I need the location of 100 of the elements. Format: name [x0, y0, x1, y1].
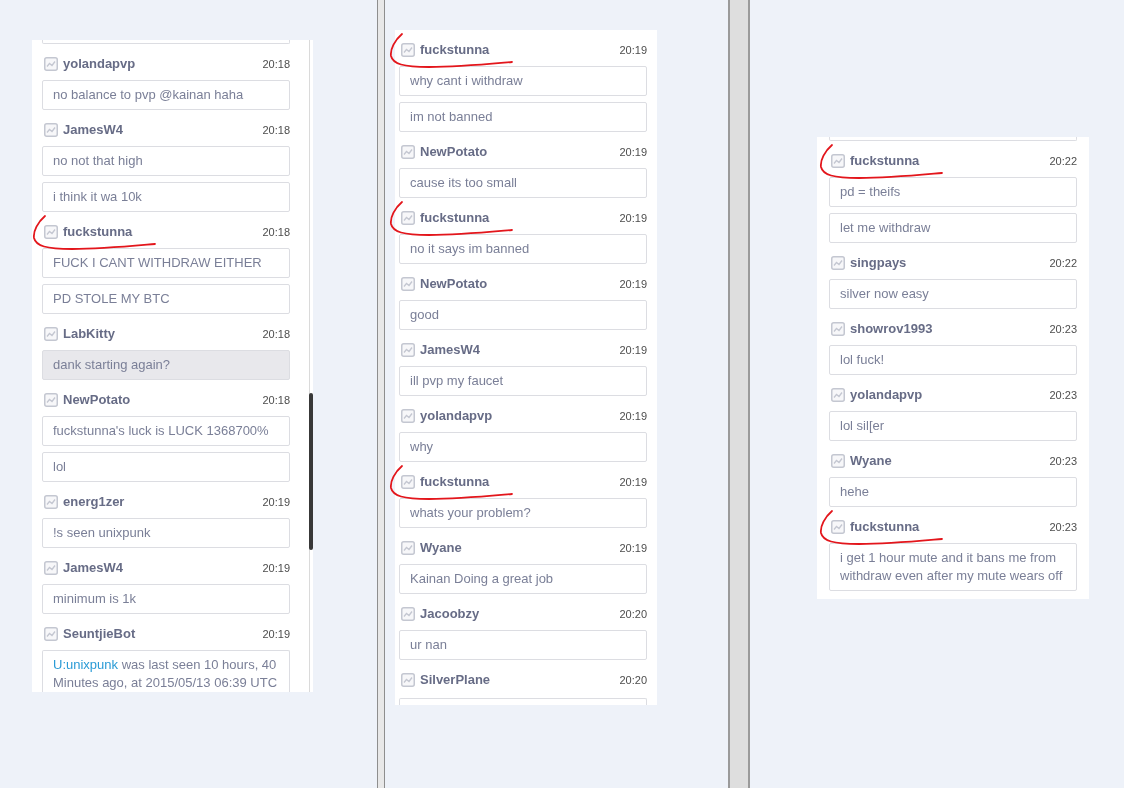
- timestamp: 20:20: [619, 607, 647, 621]
- chat-message: lol sil[er: [829, 411, 1077, 441]
- username: energ1zer: [63, 493, 125, 511]
- username: NewPotato: [420, 143, 488, 161]
- line-chart-icon: [401, 607, 415, 621]
- chat-message: dank starting again?: [42, 350, 290, 380]
- timestamp: 20:23: [1049, 322, 1077, 336]
- username: fuckstunna: [63, 223, 133, 241]
- chat-message: why cant i withdraw: [399, 66, 647, 96]
- user-link[interactable]: U:unixpunk: [53, 657, 119, 672]
- line-chart-icon: [831, 454, 845, 468]
- username: SeuntjieBot: [63, 625, 136, 643]
- chat-message: i think it wa 10k: [42, 182, 290, 212]
- chat-message: fuckstunna's luck is LUCK 1368700%: [42, 416, 290, 446]
- username: JamesW4: [420, 341, 480, 359]
- chat-message: Kainan Doing a great job: [399, 564, 647, 594]
- timestamp: 20:19: [619, 475, 647, 489]
- chat-message: FUCK I CANT WITHDRAW EITHER: [42, 248, 290, 278]
- line-chart-icon: [831, 388, 845, 402]
- timestamp: 20:22: [1049, 154, 1077, 168]
- line-chart-icon: [401, 343, 415, 357]
- chat-message: silver now easy: [829, 279, 1077, 309]
- chat-message: U:unixpunk was last seen 10 hours, 40 Minutes ago, at 2015/05/13 06:39 UTC: [42, 650, 290, 692]
- line-chart-icon: [401, 673, 415, 687]
- chat-message: no it says im banned: [399, 234, 647, 264]
- timestamp: 20:23: [1049, 454, 1077, 468]
- timestamp: 20:19: [619, 277, 647, 291]
- username: yolandapvp: [420, 407, 493, 425]
- chat-message: lol fuck!: [829, 345, 1077, 375]
- timestamp: 20:19: [619, 343, 647, 357]
- line-chart-icon: [831, 256, 845, 270]
- username: JamesW4: [63, 559, 123, 577]
- timestamp: 20:19: [262, 627, 290, 641]
- username: NewPotato: [63, 391, 131, 409]
- chat-message: lol: [42, 452, 290, 482]
- chat-message: cause its too small: [399, 168, 647, 198]
- timestamp: 20:23: [1049, 520, 1077, 534]
- line-chart-icon: [401, 145, 415, 159]
- chat-message: i get 1 hour mute and it bans me from withdraw even after my mute wears off: [829, 543, 1077, 591]
- line-chart-icon: [44, 57, 58, 71]
- chat-message: minimum is 1k: [42, 584, 290, 614]
- line-chart-icon: [401, 43, 415, 57]
- chat-message: ill pvp my faucet: [399, 366, 647, 396]
- line-chart-icon: [44, 327, 58, 341]
- username: yolandapvp: [850, 386, 923, 404]
- chat-message: im not banned: [399, 102, 647, 132]
- username: SilverPlane: [420, 671, 491, 689]
- timestamp: 20:19: [262, 495, 290, 509]
- chat-message: PD STOLE MY BTC: [42, 284, 290, 314]
- username: fuckstunna: [420, 41, 490, 59]
- timestamp: 20:19: [619, 145, 647, 159]
- timestamp: 20:18: [262, 123, 290, 137]
- username: fuckstunna: [850, 518, 920, 536]
- timestamp: 20:19: [619, 409, 647, 423]
- scrollbar-thumb[interactable]: [309, 393, 313, 550]
- timestamp: 20:18: [262, 225, 290, 239]
- timestamp: 20:19: [619, 43, 647, 57]
- chat-message: good: [399, 300, 647, 330]
- chat-message: whats your problem?: [399, 498, 647, 528]
- timestamp: 20:22: [1049, 256, 1077, 270]
- username: Wyane: [420, 539, 462, 557]
- timestamp: 20:18: [262, 393, 290, 407]
- chat-message: !s seen unixpunk: [42, 518, 290, 548]
- username: NewPotato: [420, 275, 488, 293]
- line-chart-icon: [401, 409, 415, 423]
- timestamp: 20:19: [619, 541, 647, 555]
- timestamp: 20:18: [262, 57, 290, 71]
- chat-message: hehe: [829, 477, 1077, 507]
- chat-message: no balance to pvp @kainan haha: [42, 80, 290, 110]
- username: Jacoobzy: [420, 605, 480, 623]
- line-chart-icon: [401, 211, 415, 225]
- username: singpays: [850, 254, 907, 272]
- timestamp: 20:23: [1049, 388, 1077, 402]
- chat-message: why: [399, 432, 647, 462]
- line-chart-icon: [401, 541, 415, 555]
- timestamp: 20:20: [619, 673, 647, 687]
- username: JamesW4: [63, 121, 123, 139]
- username: yolandapvp: [63, 55, 136, 73]
- line-chart-icon: [44, 225, 58, 239]
- line-chart-icon: [44, 123, 58, 137]
- chat-message: let me withdraw: [829, 213, 1077, 243]
- chat-message: pd = theifs: [829, 177, 1077, 207]
- chat-message: no not that high: [42, 146, 290, 176]
- line-chart-icon: [44, 561, 58, 575]
- line-chart-icon: [831, 154, 845, 168]
- username: Wyane: [850, 452, 892, 470]
- username: LabKitty: [63, 325, 115, 343]
- username: fuckstunna: [420, 473, 490, 491]
- line-chart-icon: [831, 322, 845, 336]
- line-chart-icon: [44, 495, 58, 509]
- line-chart-icon: [401, 475, 415, 489]
- timestamp: 20:19: [262, 561, 290, 575]
- line-chart-icon: [401, 277, 415, 291]
- line-chart-icon: [44, 393, 58, 407]
- username: fuckstunna: [420, 209, 490, 227]
- line-chart-icon: [44, 627, 58, 641]
- timestamp: 20:19: [619, 211, 647, 225]
- username: fuckstunna: [850, 152, 920, 170]
- line-chart-icon: [831, 520, 845, 534]
- username: showrov1993: [850, 320, 933, 338]
